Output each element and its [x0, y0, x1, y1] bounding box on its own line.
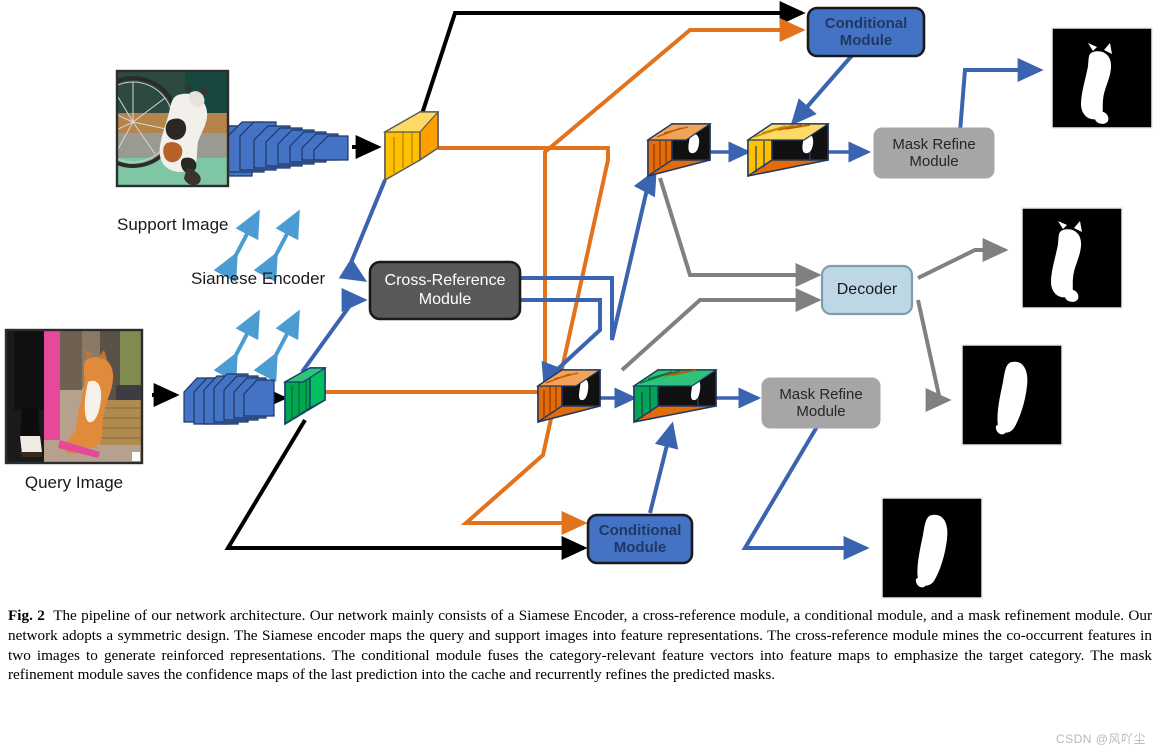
arrow-conditional-bottom-to-fused [648, 421, 679, 514]
output-mask-support-decoder [1021, 207, 1123, 309]
decoder-module-shape [820, 264, 914, 316]
query-conditioned-block [632, 368, 718, 424]
arrow-refine-bottom-to-output [741, 423, 870, 560]
support-fused-block-orange [646, 122, 712, 178]
arrow-query-feature-to-conditional-bottom [224, 418, 588, 560]
query-feature-block-green [282, 366, 328, 426]
conditional-module-top-shape [806, 6, 926, 58]
arrow-refine-top-to-output [958, 58, 1044, 133]
query-image-caption: Query Image [24, 473, 124, 492]
conditional-module-bottom-shape [586, 513, 694, 565]
arrow-query-feature-to-crossref [300, 288, 368, 374]
csdn-watermark: CSDN @风吖尘 [1055, 732, 1146, 746]
network-architecture-figure: Conditional Module Cross-Reference Modul… [0, 0, 1160, 600]
support-feature-block-yellow [382, 110, 440, 182]
support-image-caption: Support Image [117, 215, 229, 234]
mask-refine-module-top-shape [873, 127, 995, 179]
output-mask-query-refined [881, 497, 983, 599]
arrow-decoder-to-output-query [916, 299, 952, 412]
figure-caption-label: Fig. 2 [8, 607, 45, 624]
connector-layer [4, 1, 1153, 599]
arrow-conditional-top-to-fused [790, 50, 857, 126]
siamese-encoder-label: Siamese Encoder [191, 269, 326, 288]
mask-refine-module-bottom-shape [761, 377, 881, 429]
support-image-photo [115, 69, 230, 188]
query-image-photo [4, 328, 144, 465]
cross-reference-module-shape [368, 260, 522, 321]
arrow-decoder-to-output-support [917, 238, 1009, 280]
arrow-query-feature-orange-to-conditional-top [325, 18, 806, 394]
arrow-support-feature-orange-to-conditional-bottom [438, 146, 610, 535]
output-mask-support-refined [1051, 27, 1153, 129]
arrow-crossref-to-decoder [620, 177, 822, 372]
figure-caption-text: The pipeline of our network architecture… [8, 607, 1153, 684]
support-conditioned-block [746, 122, 830, 178]
query-encoder-block [183, 373, 275, 425]
output-mask-query-decoder [961, 344, 1063, 446]
figure-caption: Fig. 2 The pipeline of our network archi… [8, 606, 1152, 685]
